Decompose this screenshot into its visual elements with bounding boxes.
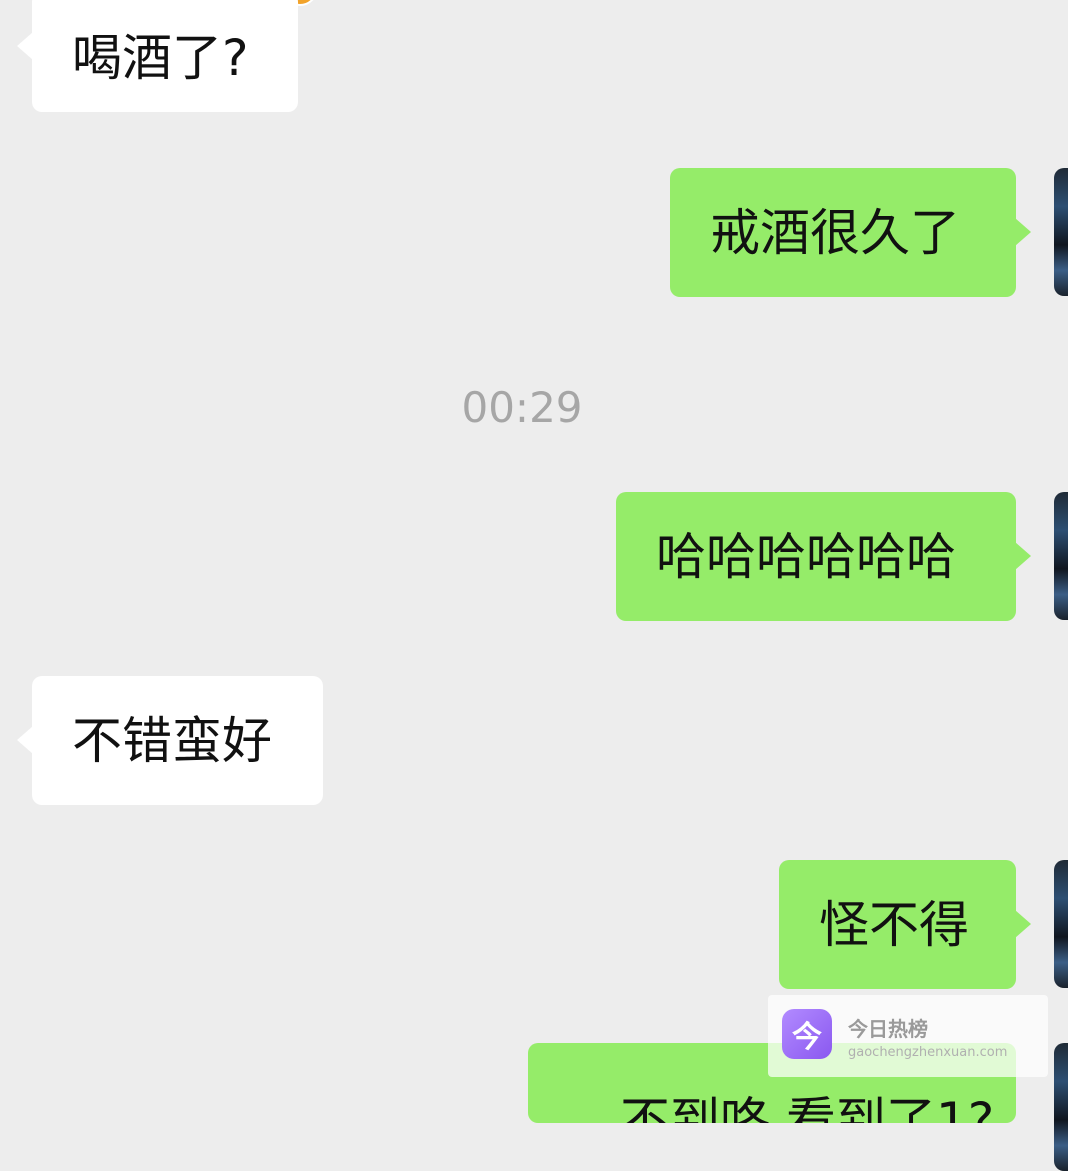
watermark-logo-icon: 今	[782, 1009, 832, 1059]
watermark: 今 今日热榜 gaochengzhenxuan.com	[768, 995, 1048, 1077]
message-timestamp: 00:29	[461, 383, 583, 432]
message-bubble-outgoing[interactable]: 怪不得	[779, 860, 1031, 989]
watermark-title: 今日热榜	[848, 1017, 928, 1041]
message-bubble-incoming[interactable]: 喝酒了?	[17, 0, 298, 112]
message-text: 不到咯 看到了1?	[620, 1092, 995, 1123]
message-text: 哈哈哈哈哈哈	[656, 527, 956, 586]
my-avatar[interactable]	[1054, 168, 1068, 296]
bubble-tail	[1015, 218, 1031, 246]
my-avatar[interactable]	[1054, 1043, 1068, 1171]
message-text: 喝酒了?	[72, 29, 249, 87]
bubble-tail	[17, 726, 33, 754]
my-avatar[interactable]	[1054, 860, 1068, 988]
message-text: 不错蛮好	[72, 711, 272, 770]
message-bubble-incoming[interactable]: 不错蛮好	[17, 676, 323, 805]
bubble-tail	[1015, 910, 1031, 938]
bubble-tail	[1015, 542, 1031, 570]
message-bubble-outgoing[interactable]: 哈哈哈哈哈哈	[616, 492, 1031, 621]
message-text: 怪不得	[819, 895, 969, 954]
message-bubble-outgoing[interactable]: 戒酒很久了	[670, 168, 1031, 297]
message-text: 戒酒很久了	[710, 203, 960, 262]
watermark-subtitle: gaochengzhenxuan.com	[848, 1045, 1008, 1060]
bubble-tail	[17, 32, 33, 60]
my-avatar[interactable]	[1054, 492, 1068, 620]
